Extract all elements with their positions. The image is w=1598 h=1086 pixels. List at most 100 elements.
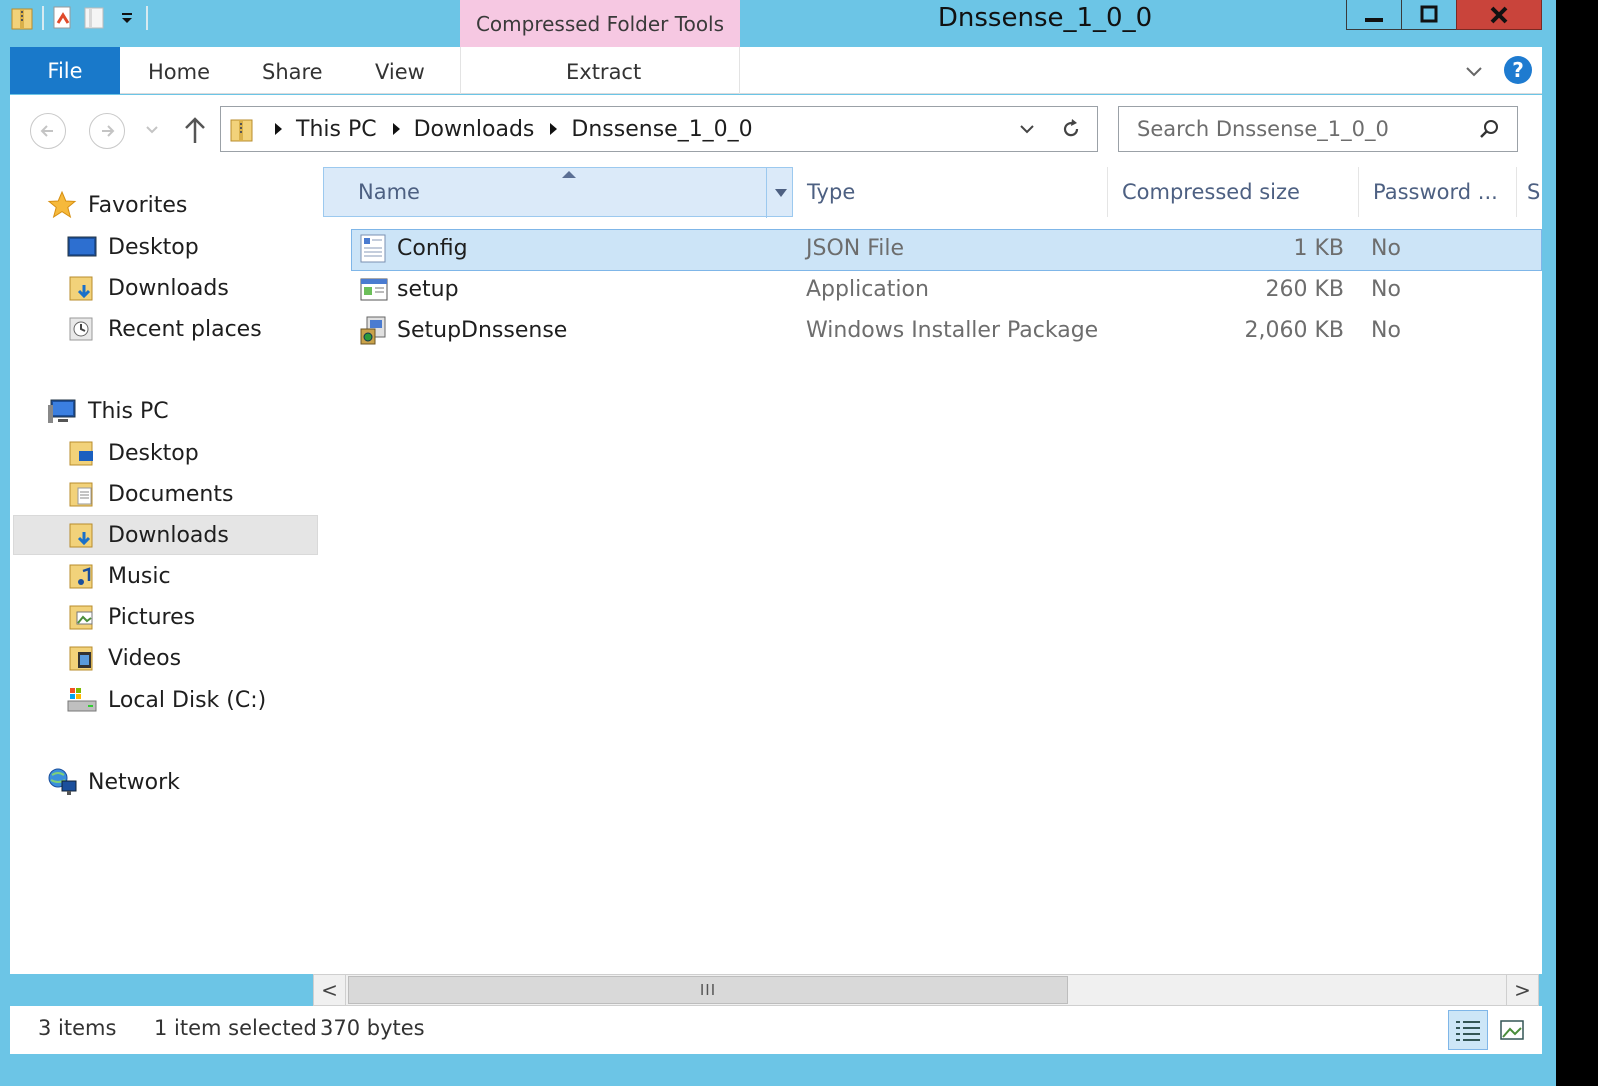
hard-drive-icon — [66, 684, 98, 716]
breadcrumb-downloads[interactable]: Downloads — [414, 117, 535, 142]
details-view-icon — [1456, 1021, 1480, 1041]
column-header-type[interactable]: Type — [793, 167, 1108, 217]
breadcrumb-this-pc[interactable]: This PC — [296, 117, 377, 142]
close-icon — [1490, 6, 1508, 23]
large-icons-view-icon — [1500, 1020, 1524, 1040]
zip-folder-icon — [10, 5, 36, 31]
forward-button[interactable] — [89, 113, 125, 149]
horizontal-scrollbar[interactable]: < III > — [313, 974, 1539, 1006]
column-header-name[interactable]: Name — [323, 167, 794, 218]
search-icon[interactable] — [1477, 117, 1501, 146]
nav-item-fav-desktop[interactable]: Desktop — [66, 227, 199, 267]
item-count: 3 items — [38, 1016, 117, 1040]
nav-item-this-pc[interactable]: This PC — [46, 391, 169, 431]
breadcrumb-dnssense[interactable]: Dnssense_1_0_0 — [571, 117, 752, 142]
nav-item-recent-places[interactable]: Recent places — [66, 309, 262, 349]
scroll-left-button[interactable]: < — [314, 975, 346, 1005]
breadcrumb-arrow-icon[interactable] — [550, 123, 558, 135]
details-view-button[interactable] — [1448, 1010, 1488, 1050]
arrow-left-icon — [40, 125, 53, 137]
nav-item-network[interactable]: Network — [46, 762, 180, 802]
pictures-folder-icon — [66, 601, 98, 633]
documents-folder-icon — [66, 478, 98, 510]
table-row[interactable]: Config JSON File 1 KB No — [323, 229, 1542, 269]
column-header-more[interactable]: S — [1517, 167, 1542, 217]
chevron-down-icon — [146, 126, 158, 134]
maximize-icon — [1420, 5, 1438, 22]
table-row[interactable]: SetupDnssense Windows Installer Package … — [323, 311, 1542, 351]
quick-access-toolbar — [0, 0, 148, 36]
breadcrumb-arrow-icon[interactable] — [275, 123, 282, 135]
window-title: Dnssense_1_0_0 — [937, 3, 1153, 33]
customize-toolbar-icon[interactable] — [114, 5, 140, 31]
navigation-pane: Favorites Desktop Downloads Recent place… — [10, 167, 323, 974]
chevron-down-icon — [1466, 67, 1482, 77]
arrow-right-icon — [102, 125, 115, 137]
nav-item-local-disk[interactable]: Local Disk (C:) — [66, 680, 266, 720]
column-header-password[interactable]: Password ... — [1359, 167, 1517, 217]
downloads-folder-icon — [66, 519, 98, 551]
close-button[interactable] — [1456, 0, 1542, 30]
chevron-down-icon — [1020, 125, 1034, 134]
arrow-up-icon — [185, 117, 205, 143]
column-filter-dropdown[interactable] — [766, 168, 794, 218]
scroll-right-button[interactable]: > — [1506, 975, 1538, 1005]
nav-item-fav-downloads[interactable]: Downloads — [66, 268, 229, 308]
file-list: Name Type Compressed size Password ... S… — [323, 167, 1542, 974]
column-header-compressed-size[interactable]: Compressed size — [1108, 167, 1359, 217]
nav-item-pictures[interactable]: Pictures — [66, 597, 195, 637]
breadcrumb-arrow-icon[interactable] — [392, 123, 400, 135]
up-button[interactable] — [182, 115, 208, 149]
nav-item-documents[interactable]: Documents — [66, 474, 233, 514]
network-icon — [46, 766, 78, 798]
nav-item-music[interactable]: Music — [66, 556, 171, 596]
back-button[interactable] — [30, 113, 66, 149]
expand-ribbon-button[interactable] — [1462, 59, 1486, 83]
tab-file[interactable]: File — [10, 47, 120, 94]
tab-share[interactable]: Share — [262, 47, 323, 94]
toolbar-separator — [146, 6, 148, 30]
sort-ascending-icon — [562, 171, 576, 178]
tab-view[interactable]: View — [375, 47, 425, 94]
title-bar: Compressed Folder Tools Dnssense_1_0_0 — [0, 0, 1598, 47]
minimize-button[interactable] — [1346, 0, 1402, 30]
selection-count: 1 item selected — [154, 1016, 317, 1040]
star-icon — [46, 189, 78, 221]
ribbon: File Home Share View Extract ? — [10, 47, 1542, 94]
tab-extract[interactable]: Extract — [566, 47, 641, 94]
large-icons-view-button[interactable] — [1492, 1010, 1532, 1050]
status-bar: 3 items 1 item selected 370 bytes — [10, 1006, 1542, 1054]
recent-places-icon — [66, 313, 98, 345]
tab-home[interactable]: Home — [148, 47, 210, 94]
nav-item-favorites[interactable]: Favorites — [46, 185, 187, 225]
window-bottom-border — [0, 1054, 1556, 1086]
table-row[interactable]: setup Application 260 KB No — [323, 270, 1542, 310]
computer-icon — [46, 395, 78, 427]
recent-locations-button[interactable] — [144, 121, 160, 141]
search-input[interactable]: Search Dnssense_1_0_0 — [1137, 117, 1389, 141]
search-box[interactable]: Search Dnssense_1_0_0 — [1118, 106, 1518, 152]
refresh-icon — [1063, 119, 1079, 137]
music-folder-icon — [66, 560, 98, 592]
compressed-folder-tools-label: Compressed Folder Tools — [460, 0, 740, 47]
nav-item-downloads[interactable]: Downloads — [66, 515, 229, 555]
videos-folder-icon — [66, 642, 98, 674]
breadcrumb: This PC Downloads Dnssense_1_0_0 — [259, 117, 753, 142]
screen-edge — [1556, 0, 1598, 1086]
scroll-thumb[interactable]: III — [348, 976, 1068, 1004]
nav-item-desktop[interactable]: Desktop — [66, 433, 199, 473]
desktop-folder-icon — [66, 437, 98, 469]
desktop-icon — [66, 231, 98, 263]
minimize-icon — [1365, 17, 1383, 22]
maximize-button[interactable] — [1401, 0, 1457, 30]
help-button[interactable]: ? — [1504, 56, 1532, 84]
address-history-button[interactable] — [1017, 119, 1037, 145]
nav-item-videos[interactable]: Videos — [66, 638, 181, 678]
properties-icon[interactable] — [50, 5, 76, 31]
address-bar[interactable]: This PC Downloads Dnssense_1_0_0 — [220, 106, 1098, 152]
downloads-folder-icon — [66, 272, 98, 304]
new-folder-icon[interactable] — [82, 5, 108, 31]
toolbar-separator — [42, 6, 44, 30]
chevron-down-icon — [774, 189, 787, 197]
refresh-button[interactable] — [1059, 117, 1083, 147]
